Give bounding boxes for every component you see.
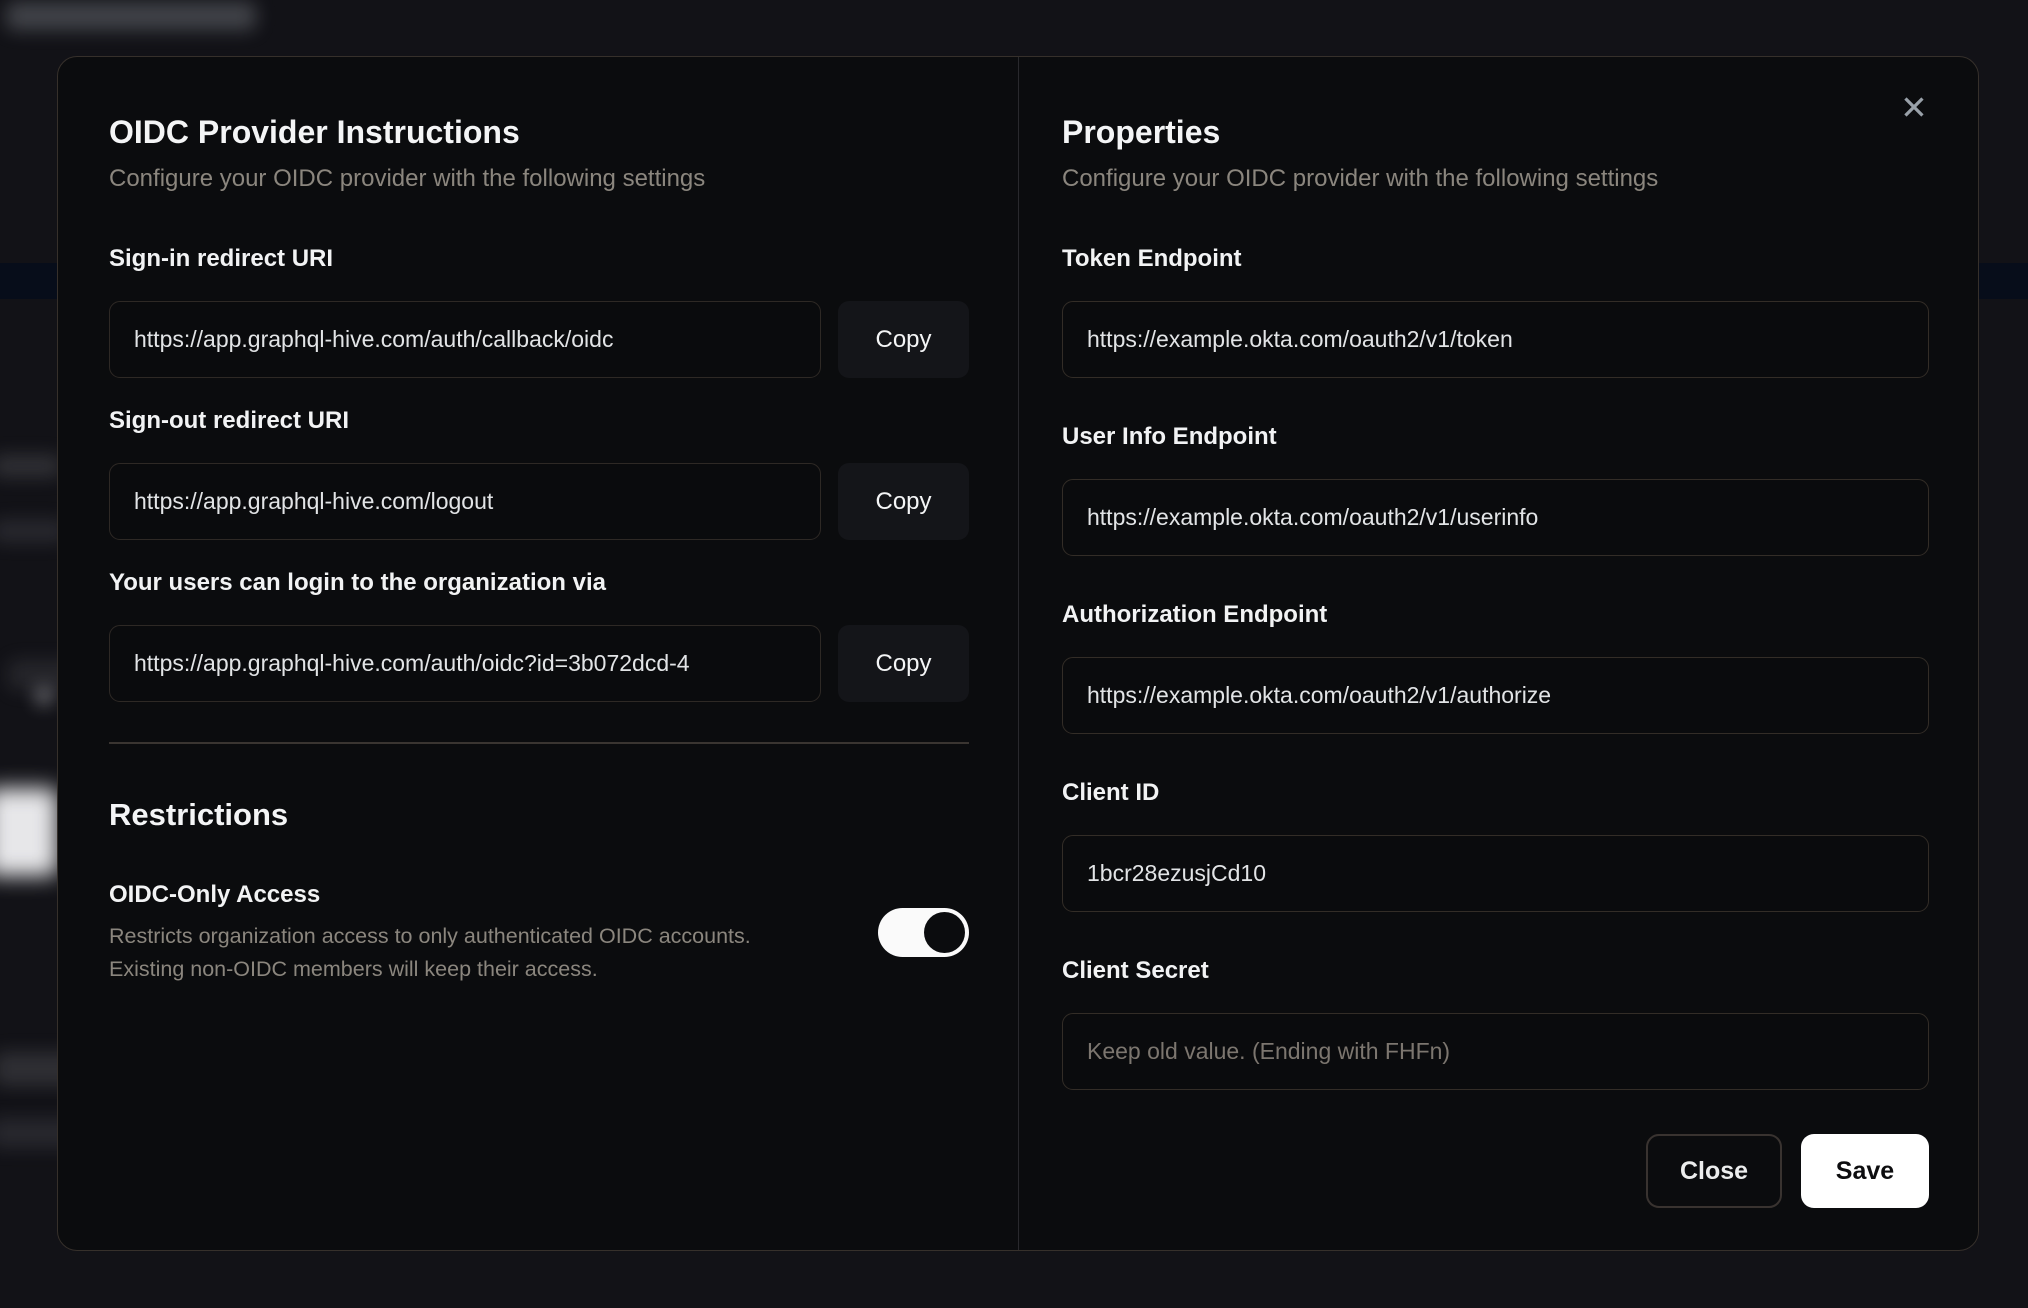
token-endpoint-input[interactable]	[1062, 301, 1929, 378]
modal-actions: Close Save	[1062, 1134, 1929, 1208]
sign-in-redirect-uri-row: Copy	[109, 301, 969, 378]
client-id-label: Client ID	[1062, 779, 1160, 806]
properties-column: ✕ Properties Configure your OIDC provide…	[1018, 57, 1978, 1250]
instructions-title: OIDC Provider Instructions	[109, 114, 520, 150]
client-secret-label: Client Secret	[1062, 957, 1209, 984]
section-divider	[109, 742, 969, 744]
background-blurred-text	[0, 455, 62, 477]
save-button[interactable]: Save	[1801, 1134, 1929, 1208]
sign-out-redirect-uri-row: Copy	[109, 463, 969, 540]
copy-sign-out-uri-button[interactable]: Copy	[838, 463, 969, 540]
sign-in-redirect-uri-label: Sign-in redirect URI	[109, 245, 334, 272]
sign-in-redirect-uri-input[interactable]	[109, 301, 821, 378]
organization-login-uri-input[interactable]	[109, 625, 821, 702]
oidc-settings-modal: OIDC Provider Instructions Configure you…	[57, 56, 1979, 1251]
oidc-only-access-description: Restricts organization access to only au…	[109, 924, 751, 981]
client-secret-field: Client Secret	[1062, 956, 1929, 1090]
authorization-endpoint-field: Authorization Endpoint	[1062, 600, 1929, 734]
client-id-input[interactable]	[1062, 835, 1929, 912]
client-id-field: Client ID	[1062, 778, 1929, 912]
copy-sign-in-uri-button[interactable]: Copy	[838, 301, 969, 378]
oidc-only-access-text: OIDC-Only Access Restricts organization …	[109, 880, 751, 986]
user-info-endpoint-label: User Info Endpoint	[1062, 423, 1277, 450]
toggle-knob	[924, 912, 965, 953]
oidc-only-access-toggle[interactable]	[878, 908, 969, 957]
sign-out-redirect-uri-input[interactable]	[109, 463, 821, 540]
instructions-subtitle: Configure your OIDC provider with the fo…	[109, 165, 706, 192]
background-blurred-button	[0, 788, 58, 876]
background-blurred-dot	[36, 688, 52, 704]
token-endpoint-field: Token Endpoint	[1062, 244, 1929, 378]
authorization-endpoint-label: Authorization Endpoint	[1062, 601, 1328, 628]
token-endpoint-label: Token Endpoint	[1062, 245, 1242, 272]
authorization-endpoint-input[interactable]	[1062, 657, 1929, 734]
restrictions-title: Restrictions	[109, 797, 289, 832]
oidc-only-access-label: OIDC-Only Access	[109, 881, 321, 908]
user-info-endpoint-field: User Info Endpoint	[1062, 422, 1929, 556]
copy-login-uri-button[interactable]: Copy	[838, 625, 969, 702]
close-button[interactable]: Close	[1646, 1134, 1782, 1208]
organization-login-uri-label: Your users can login to the organization…	[109, 569, 606, 596]
properties-title: Properties	[1062, 114, 1221, 150]
close-icon[interactable]: ✕	[1886, 79, 1942, 135]
instructions-column: OIDC Provider Instructions Configure you…	[58, 57, 1018, 1250]
background-blurred-text	[6, 2, 256, 30]
user-info-endpoint-input[interactable]	[1062, 479, 1929, 556]
properties-subtitle: Configure your OIDC provider with the fo…	[1062, 165, 1659, 192]
client-secret-input[interactable]	[1062, 1013, 1929, 1090]
oidc-only-access-row: OIDC-Only Access Restricts organization …	[109, 880, 969, 986]
organization-login-uri-row: Copy	[109, 625, 969, 702]
sign-out-redirect-uri-label: Sign-out redirect URI	[109, 407, 350, 434]
